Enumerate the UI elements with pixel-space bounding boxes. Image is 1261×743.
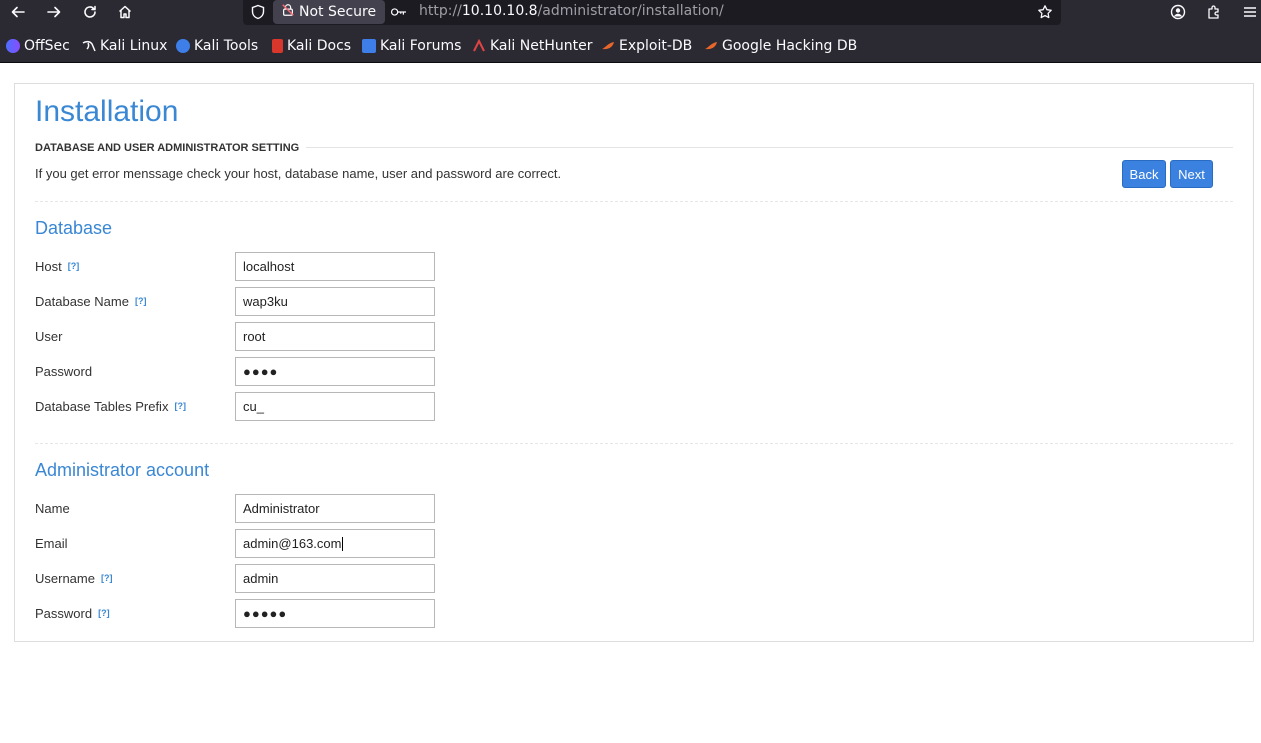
host-label: Host [?] bbox=[35, 258, 79, 274]
bookmark-star-icon[interactable] bbox=[1035, 3, 1055, 21]
url-bar[interactable]: Not Secure http://10.10.10.8/administrat… bbox=[243, 0, 1061, 25]
host-label-text: Host bbox=[35, 258, 62, 274]
database-section-title: Database bbox=[35, 218, 113, 238]
insecure-lock-icon bbox=[281, 2, 295, 22]
bookmark-label: Exploit-DB bbox=[619, 38, 693, 54]
kali-tools-icon bbox=[176, 39, 190, 53]
exploit-db-icon bbox=[601, 39, 615, 53]
admin-name-input[interactable]: Administrator bbox=[235, 494, 435, 523]
user-input[interactable]: root bbox=[235, 322, 435, 351]
username-help-icon[interactable]: [?] bbox=[101, 573, 113, 583]
back-arrow-icon[interactable] bbox=[3, 0, 33, 24]
url-scheme: http:// bbox=[419, 3, 462, 19]
nethunter-icon bbox=[472, 38, 486, 53]
page-title: Installation bbox=[35, 95, 179, 128]
bookmark-offsec[interactable]: OffSec bbox=[6, 36, 70, 56]
username-input[interactable]: admin bbox=[235, 564, 435, 593]
section-divider bbox=[306, 147, 1233, 148]
forward-arrow-icon[interactable] bbox=[39, 0, 69, 24]
bookmark-kali-tools[interactable]: Kali Tools bbox=[176, 36, 258, 56]
browser-toolbar: Not Secure http://10.10.10.8/administrat… bbox=[0, 0, 1261, 30]
host-help-icon[interactable]: [?] bbox=[68, 261, 80, 271]
back-button[interactable]: Back bbox=[1122, 160, 1166, 188]
kali-forums-icon bbox=[362, 39, 376, 53]
bookmark-label: OffSec bbox=[24, 38, 70, 54]
text-caret bbox=[342, 536, 344, 551]
kali-dragon-icon bbox=[82, 39, 96, 53]
kali-docs-icon bbox=[272, 39, 283, 53]
info-message: If you get error menssage check your hos… bbox=[35, 166, 562, 181]
home-icon[interactable] bbox=[110, 0, 140, 24]
bookmark-google-hacking-db[interactable]: Google Hacking DB bbox=[704, 36, 857, 56]
divider bbox=[35, 201, 1233, 202]
section-heading: DATABASE AND USER ADMINISTRATOR SETTING bbox=[35, 142, 300, 154]
table-prefix-label-text: Database Tables Prefix bbox=[35, 398, 169, 414]
email-label: Email bbox=[35, 535, 68, 551]
admin-password-input[interactable]: ●●●●● bbox=[235, 599, 435, 628]
bookmark-exploit-db[interactable]: Exploit-DB bbox=[601, 36, 692, 56]
table-prefix-help-icon[interactable]: [?] bbox=[174, 401, 186, 411]
tracking-shield-icon[interactable] bbox=[249, 3, 267, 21]
database-name-help-icon[interactable]: [?] bbox=[135, 296, 147, 306]
user-label: User bbox=[35, 328, 63, 344]
bookmark-label: Kali Tools bbox=[194, 38, 259, 54]
url-host: 10.10.10.8 bbox=[461, 3, 538, 19]
table-prefix-input[interactable]: cu_ bbox=[235, 392, 435, 421]
ghdb-icon bbox=[704, 39, 718, 53]
bookmark-label: Kali Linux bbox=[100, 38, 168, 54]
db-password-label: Password bbox=[35, 363, 93, 379]
bookmark-label: Kali NetHunter bbox=[490, 38, 593, 54]
host-input[interactable]: localhost bbox=[235, 252, 435, 281]
not-secure-indicator[interactable]: Not Secure bbox=[273, 0, 385, 24]
divider bbox=[35, 443, 1233, 444]
email-input[interactable]: admin@163.com bbox=[235, 529, 435, 558]
admin-name-label: Name bbox=[35, 500, 70, 516]
bookmark-label: Kali Forums bbox=[380, 38, 462, 54]
next-button[interactable]: Next bbox=[1170, 160, 1213, 188]
bookmark-kali-docs[interactable]: Kali Docs bbox=[272, 36, 351, 56]
extensions-icon[interactable] bbox=[1199, 0, 1229, 24]
admin-password-help-icon[interactable]: [?] bbox=[98, 608, 110, 618]
menu-icon[interactable] bbox=[1235, 0, 1261, 24]
key-icon[interactable] bbox=[389, 3, 409, 21]
database-name-label-text: Database Name bbox=[35, 293, 129, 309]
not-secure-label: Not Secure bbox=[299, 4, 377, 20]
url-path: /administrator/installation/ bbox=[537, 3, 724, 19]
username-label: Username [?] bbox=[35, 570, 112, 586]
bookmark-kali-forums[interactable]: Kali Forums bbox=[362, 36, 461, 56]
account-icon[interactable] bbox=[1163, 0, 1193, 24]
bookmark-kali-linux[interactable]: Kali Linux bbox=[82, 36, 167, 56]
db-password-input[interactable]: ●●●● bbox=[235, 357, 435, 386]
bookmark-kali-nethunter[interactable]: Kali NetHunter bbox=[472, 36, 592, 56]
offsec-icon bbox=[6, 39, 20, 53]
table-prefix-label: Database Tables Prefix [?] bbox=[35, 398, 186, 414]
bookmark-label: Google Hacking DB bbox=[722, 38, 858, 54]
admin-section-title: Administrator account bbox=[35, 460, 210, 480]
database-name-label: Database Name [?] bbox=[35, 293, 146, 309]
admin-password-label: Password [?] bbox=[35, 605, 110, 621]
admin-password-label-text: Password bbox=[35, 605, 93, 621]
database-name-input[interactable]: wap3ku bbox=[235, 287, 435, 316]
email-value: admin@163.com bbox=[243, 536, 342, 551]
username-label-text: Username bbox=[35, 570, 95, 586]
reload-icon[interactable] bbox=[75, 0, 105, 24]
bookmark-label: Kali Docs bbox=[287, 38, 352, 54]
url-text[interactable]: http://10.10.10.8/administrator/installa… bbox=[419, 3, 724, 19]
